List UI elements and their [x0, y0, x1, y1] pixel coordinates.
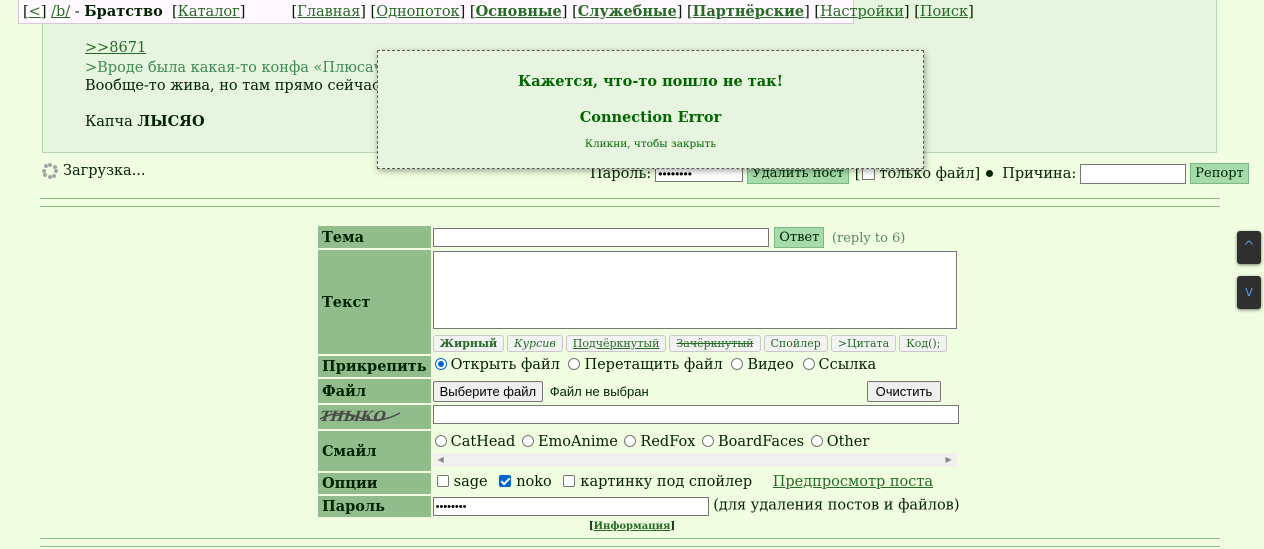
spoiler-image-checkbox[interactable] [563, 475, 576, 487]
subject-label: Тема [318, 226, 431, 248]
loading-text: Загрузка... [63, 163, 146, 179]
nav-link-main[interactable]: Главная [297, 4, 360, 20]
format-underline-button[interactable]: Подчёркнутый [565, 335, 667, 352]
format-spoiler-button[interactable]: Спойлер [763, 335, 828, 352]
smile-cathead-label: CatHead [450, 434, 516, 450]
captcha-image[interactable]: ТНЫКО [318, 405, 431, 429]
board-name: Братство [84, 3, 163, 20]
smile-label: Смайл [318, 431, 431, 471]
format-strike-button[interactable]: Зачёркнутый [669, 335, 761, 352]
loading-indicator: Загрузка... [42, 163, 146, 179]
bullet-icon [986, 170, 994, 177]
reason-input[interactable] [1080, 163, 1187, 184]
attach-drag-radio[interactable] [568, 358, 581, 370]
message-textarea[interactable] [432, 251, 957, 329]
divider [40, 198, 1220, 199]
divider [40, 206, 1220, 207]
error-popup[interactable]: Кажется, что-то пошло не так! Connection… [377, 50, 924, 169]
form-password-input[interactable] [432, 497, 709, 516]
post-captcha-word: ЛЫСЯО [137, 113, 205, 130]
smile-boardfaces-label: BoardFaces [718, 434, 805, 450]
attach-label: Прикрепить [318, 356, 431, 377]
scroll-up-button[interactable]: ^ [1237, 231, 1261, 264]
attach-video-radio[interactable] [731, 358, 744, 370]
sage-label: sage [453, 474, 488, 490]
reply-button[interactable]: Ответ [774, 227, 825, 248]
file-label: Файл [318, 379, 431, 403]
format-quote-button[interactable]: >Цитата [830, 335, 897, 352]
attach-link-label: Ссылка [818, 357, 877, 373]
nav-back-link[interactable]: < [29, 4, 41, 20]
clear-file-button[interactable]: Очистить [866, 381, 942, 402]
captcha-input[interactable] [432, 405, 959, 424]
smile-redfox-radio[interactable] [624, 435, 637, 447]
smile-other-label: Other [826, 434, 870, 450]
password-hint: (для удаления постов и файлов) [713, 497, 960, 514]
no-file-text: Файл не выбран [549, 384, 649, 399]
scroll-left-icon[interactable]: ◀ [438, 455, 444, 464]
format-bold-button[interactable]: Жирный [432, 335, 505, 352]
smile-redfox-label: RedFox [640, 434, 696, 450]
nav-link-main-boards[interactable]: Основные [476, 3, 562, 20]
spinner-icon [42, 163, 58, 179]
attach-open-file-radio[interactable] [434, 358, 447, 370]
subject-input[interactable] [432, 228, 769, 247]
reason-label: Причина: [1002, 165, 1077, 182]
popup-hint: Кликни, чтобы закрыть [584, 138, 717, 150]
captcha-icon: ТНЫКО [318, 405, 403, 425]
top-navigation: [<] /b/ - Братство [Каталог] [Главная] [… [18, 0, 974, 24]
smile-emoanime-radio[interactable] [521, 435, 534, 447]
nav-link-partners[interactable]: Партнёрские [693, 3, 804, 20]
text-label: Текст [318, 250, 431, 354]
smile-scrollbar[interactable]: ◀ ▶ [432, 453, 957, 467]
choose-file-button[interactable]: Выберите файл [432, 381, 544, 402]
post-captcha-line: Капча ЛЫСЯО [85, 113, 205, 130]
nav-board-link[interactable]: /b/ [51, 4, 70, 20]
captcha-text: ТНЫКО [319, 409, 387, 425]
nav-link-service[interactable]: Служебные [578, 3, 677, 20]
info-link-row: [Информация] [588, 521, 676, 532]
format-italic-button[interactable]: Курсив [507, 335, 563, 352]
options-label: Опции [318, 473, 431, 494]
reply-to-text: (reply to 6) [831, 230, 906, 246]
smile-boardfaces-radio[interactable] [702, 435, 714, 447]
divider [40, 538, 1220, 539]
smile-emoanime-label: EmoAnime [537, 434, 618, 450]
attach-drag-label: Перетащить файл [584, 357, 723, 373]
nav-catalog-link[interactable]: Каталог [178, 4, 240, 20]
preview-post-link[interactable]: Предпросмотр поста [773, 474, 933, 490]
popup-title: Кажется, что-то пошло не так! [518, 73, 783, 90]
nav-link-settings[interactable]: Настройки [820, 4, 904, 20]
noko-label: noko [516, 474, 552, 490]
smile-cathead-radio[interactable] [434, 435, 447, 447]
divider [40, 546, 1220, 547]
sage-checkbox[interactable] [436, 475, 449, 487]
post-reflink[interactable]: >>8671 [85, 40, 146, 56]
form-password-label: Пароль [318, 496, 431, 517]
popup-error: Connection Error [579, 109, 722, 126]
noko-checkbox[interactable] [499, 475, 512, 487]
attach-link-radio[interactable] [802, 358, 815, 370]
attach-open-file-label: Открыть файл [450, 357, 560, 373]
nav-link-search[interactable]: Поиск [920, 4, 968, 20]
post-captcha-prefix: Капча [85, 114, 133, 130]
spoiler-image-label: картинку под спойлер [580, 474, 753, 490]
post-quote: >Вроде была какая-то конфа «Плюсач», тог [85, 60, 426, 76]
info-link[interactable]: Информация [594, 521, 671, 532]
smile-other-radio[interactable] [810, 435, 823, 447]
report-button[interactable]: Репорт [1190, 163, 1249, 184]
nav-dash: - [74, 4, 80, 20]
attach-video-label: Видео [747, 357, 794, 373]
post-form: Тема Ответ (reply to 6) Текст Жирный Курс… [316, 224, 962, 519]
post-text-line: Вообще-то жива, но там прямо сейчас блок [85, 78, 421, 94]
nav-link-single-thread[interactable]: Однопоток [376, 4, 459, 20]
format-code-button[interactable]: Код(); [899, 335, 948, 352]
scroll-right-icon[interactable]: ▶ [945, 455, 951, 464]
scroll-down-button[interactable]: v [1237, 276, 1261, 309]
